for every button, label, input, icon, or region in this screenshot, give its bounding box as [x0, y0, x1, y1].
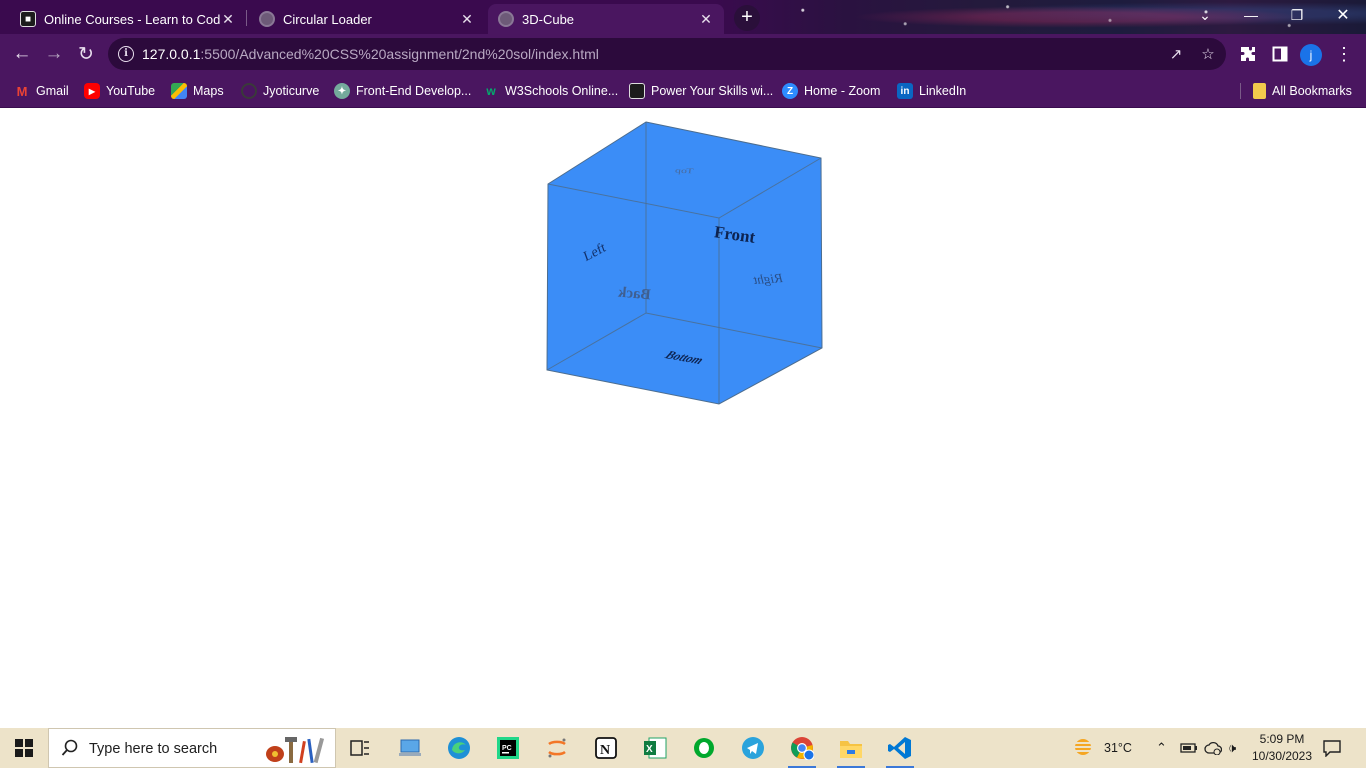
bookmarks-bar: M Gmail ▶ YouTube Maps Jyoticurve ✦ Fron…	[0, 74, 1366, 108]
telegram-icon[interactable]	[735, 732, 771, 764]
search-icon	[61, 739, 78, 756]
restore-button[interactable]: ❐	[1274, 0, 1320, 30]
folder-icon	[1253, 83, 1266, 99]
excel-icon[interactable]: X	[637, 732, 673, 764]
share-icon[interactable]: ↗	[1166, 44, 1186, 64]
side-panel-icon[interactable]	[1268, 42, 1292, 66]
bookmark-frontend[interactable]: ✦ Front-End Develop...	[334, 82, 471, 100]
chatgpt-icon: ✦	[334, 83, 350, 99]
close-tab-icon[interactable]: ✕	[220, 11, 236, 28]
codecademy-icon	[629, 83, 645, 99]
this-pc-icon[interactable]	[392, 732, 428, 764]
evernote-icon[interactable]	[686, 732, 722, 764]
back-button[interactable]: ←	[8, 40, 36, 68]
weather-temp: 31°C	[1104, 741, 1132, 755]
chrome-icon[interactable]	[784, 732, 820, 768]
windows-logo-icon	[15, 739, 33, 757]
codecademy-icon: ■	[20, 11, 36, 27]
menu-icon[interactable]: ⋮	[1332, 42, 1356, 66]
youtube-icon: ▶	[84, 83, 100, 99]
clock-time: 5:09 PM	[1259, 732, 1305, 746]
bookmark-maps[interactable]: Maps	[171, 82, 224, 100]
globe-icon	[259, 11, 275, 27]
profile-avatar[interactable]: j	[1300, 44, 1322, 66]
page-content: Top Left Front Right Back Bottom	[0, 109, 1366, 728]
new-tab-button[interactable]: +	[734, 5, 760, 31]
battery-icon[interactable]	[1180, 728, 1198, 768]
file-explorer-icon[interactable]	[833, 732, 869, 768]
search-highlight-tools-icon	[266, 737, 325, 764]
close-tab-icon[interactable]: ✕	[698, 11, 714, 28]
close-tab-icon[interactable]: ✕	[459, 11, 475, 28]
minimize-button[interactable]: —	[1228, 0, 1274, 30]
windows-taskbar: Type here to search PC N X 31°C ⌃ 🕩 5:09…	[0, 728, 1366, 768]
task-view-icon[interactable]	[342, 732, 378, 764]
bookmark-power-skills[interactable]: Power Your Skills wi...	[629, 82, 773, 100]
github-icon	[241, 83, 257, 99]
tab-title: Online Courses - Learn to Code ...	[44, 11, 220, 27]
tab-circular-loader[interactable]: Circular Loader ✕	[249, 4, 485, 34]
bookmark-linkedin[interactable]: in LinkedIn	[897, 82, 966, 100]
notion-icon[interactable]: N	[588, 732, 624, 764]
clock-date: 10/30/2023	[1251, 749, 1313, 763]
tab-3d-cube[interactable]: 3D-Cube ✕	[488, 4, 724, 34]
close-window-button[interactable]: ✕	[1320, 0, 1366, 30]
system-clock[interactable]: 5:09 PM 10/30/2023	[1246, 731, 1318, 765]
forward-button[interactable]: →	[40, 40, 68, 68]
tab-strip: ■ Online Courses - Learn to Code ... ✕ C…	[0, 0, 1366, 34]
maps-icon	[171, 83, 187, 99]
pycharm-icon[interactable]: PC	[490, 732, 526, 764]
zoom-icon: Z	[782, 83, 798, 99]
bookmark-star-icon[interactable]: ☆	[1198, 44, 1218, 64]
all-bookmarks-button[interactable]: All Bookmarks	[1253, 82, 1352, 100]
bookmark-youtube[interactable]: ▶ YouTube	[84, 82, 155, 100]
tab-search-icon[interactable]: ⌄	[1182, 0, 1228, 30]
bookmark-jyoticurve[interactable]: Jyoticurve	[241, 82, 319, 100]
w3schools-icon: w	[486, 84, 496, 98]
address-bar[interactable]: i 127.0.0.1:5500/Advanced%20CSS%20assign…	[108, 38, 1226, 70]
bookmark-gmail[interactable]: M Gmail	[14, 82, 69, 100]
start-button[interactable]	[0, 728, 48, 768]
cube-face-top: Top	[674, 167, 693, 176]
cube-3d: Top Left Front Right Back Bottom	[546, 121, 823, 405]
gmail-icon: M	[16, 83, 28, 99]
sun-haze-icon	[1073, 739, 1093, 755]
tab-title: Circular Loader	[283, 11, 372, 27]
tab-online-courses[interactable]: ■ Online Courses - Learn to Code ... ✕	[10, 4, 246, 34]
tab-title: 3D-Cube	[522, 11, 575, 27]
volume-icon[interactable]: 🕩	[1228, 728, 1236, 768]
network-icon[interactable]	[1204, 728, 1222, 768]
edge-browser-icon[interactable]	[441, 732, 477, 764]
jupyter-icon[interactable]	[539, 732, 575, 764]
globe-icon	[498, 11, 514, 27]
vscode-icon[interactable]	[882, 732, 918, 768]
bookmark-zoom[interactable]: Z Home - Zoom	[782, 82, 880, 100]
url-text: 127.0.0.1:5500/Advanced%20CSS%20assignme…	[142, 46, 599, 62]
reload-button[interactable]: ↻	[72, 40, 100, 68]
browser-toolbar: ← → ↻ i 127.0.0.1:5500/Advanced%20CSS%20…	[0, 34, 1366, 74]
linkedin-icon: in	[897, 83, 913, 99]
bookmark-w3schools[interactable]: w W3Schools Online...	[483, 82, 618, 100]
cube-face-back: Back	[617, 285, 651, 304]
site-info-icon[interactable]: i	[118, 46, 134, 62]
svg-text:PC: PC	[502, 745, 512, 752]
extensions-icon[interactable]	[1236, 42, 1260, 66]
svg-text:N: N	[600, 743, 610, 758]
svg-text:X: X	[646, 744, 653, 755]
show-hidden-icons[interactable]: ⌃	[1156, 728, 1167, 768]
cube-face-right: Right	[751, 270, 784, 287]
taskbar-search-box[interactable]: Type here to search	[48, 728, 336, 768]
weather-widget[interactable]: 31°C	[1070, 728, 1132, 768]
notifications-icon[interactable]	[1322, 728, 1342, 768]
search-placeholder: Type here to search	[89, 741, 218, 757]
